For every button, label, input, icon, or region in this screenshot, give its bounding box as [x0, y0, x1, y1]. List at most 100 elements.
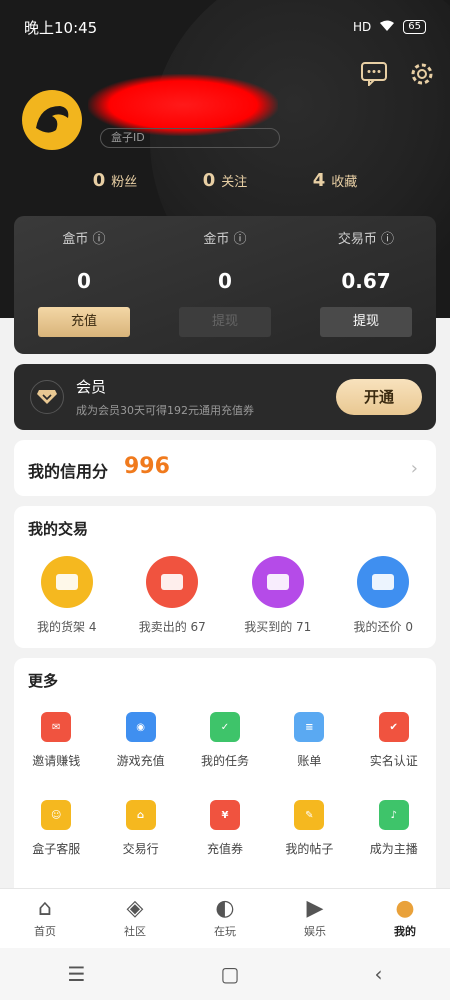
stat-fans[interactable]: 0 粉丝	[93, 170, 138, 191]
bill-icon: ≡	[294, 712, 325, 742]
trade-item[interactable]: 我买到的 71	[225, 556, 331, 635]
section-title: 我的交易	[28, 520, 89, 538]
more-item[interactable]: ✎ 我的帖子	[267, 794, 351, 882]
settings-gear-icon[interactable]	[408, 60, 436, 88]
trade-item-label: 我买到的 71	[244, 620, 312, 634]
trade-item-label: 我的还价 0	[353, 620, 413, 634]
wallet-trade-coins: 交易币 ⓘ 0.67 提现	[296, 216, 436, 354]
more-item-label: 邀请赚钱	[32, 754, 81, 768]
tab-play[interactable]: ◐ 在玩	[180, 889, 270, 948]
stat-value: 0	[202, 170, 216, 191]
more-item[interactable]: ♪ 成为主播	[352, 794, 436, 882]
bottom-tab-bar: ⌂ 首页 ◈ 社区 ◐ 在玩 ▶ 娱乐 ● 我的	[0, 888, 450, 948]
credit-score-row[interactable]: 我的信用分 996 ›	[14, 440, 436, 496]
profile-stats: 0 粉丝 0 关注 4 收藏	[0, 170, 450, 191]
stat-label: 收藏	[331, 175, 358, 190]
vip-subtitle: 成为会员30天可得192元通用充值券	[76, 404, 254, 417]
status-bar: 晚上10:45 HD 65	[24, 14, 426, 40]
my-trade-section: 我的交易 我的货架 4 我卖出的 67 我买到的 71 我的还价 0	[14, 506, 436, 648]
gift-icon: ✉	[41, 712, 72, 742]
more-item[interactable]: ✉ 邀请赚钱	[14, 706, 98, 794]
trade-item-label: 我卖出的 67	[138, 620, 206, 634]
wallet-title[interactable]: 交易币 ⓘ	[296, 228, 436, 247]
trade-item[interactable]: 我卖出的 67	[120, 556, 226, 635]
user-id-pill[interactable]: 盒子ID	[100, 128, 280, 148]
trade-item-label: 我的货架 4	[37, 620, 97, 634]
wallet-title[interactable]: 金币 ⓘ	[155, 228, 295, 247]
home-icon: ⌂	[38, 896, 52, 921]
trade-item[interactable]: 我的还价 0	[331, 556, 437, 635]
avatar[interactable]	[22, 90, 82, 150]
dragon-logo-icon	[36, 106, 69, 133]
wallet-value: 0	[77, 269, 91, 293]
more-item[interactable]: ≡ 账单	[267, 706, 351, 794]
more-item-label: 游戏充值	[116, 754, 165, 768]
wallet-card: 盒币 ⓘ 0 充值 金币 ⓘ 0 提现 交易币 ⓘ 0.67 提现	[14, 216, 436, 354]
calendar-icon: ✓	[209, 712, 240, 742]
headset-icon: ☺	[41, 800, 72, 830]
redacted-username	[88, 74, 278, 136]
post-icon: ✎	[294, 800, 325, 830]
home-button-icon[interactable]: ▢	[221, 962, 240, 986]
more-item[interactable]: ◉ 游戏充值	[98, 706, 182, 794]
recharge-button[interactable]: 充值	[38, 307, 130, 337]
more-item[interactable]: ✔ 实名认证	[352, 706, 436, 794]
stat-following[interactable]: 0 关注	[203, 170, 248, 191]
vip-banner[interactable]: 会员 成为会员30天可得192元通用充值券 开通	[14, 364, 436, 430]
battery-icon: 65	[403, 20, 426, 34]
more-item[interactable]: ⌂ 交易行	[98, 794, 182, 882]
tab-label: 我的	[394, 925, 416, 938]
sell-icon	[146, 556, 199, 608]
stat-label: 粉丝	[111, 175, 138, 190]
stat-favorites[interactable]: 4 收藏	[313, 170, 358, 191]
stat-value: 0	[92, 170, 106, 191]
tab-profile[interactable]: ● 我的	[360, 889, 450, 948]
wallet-value: 0	[218, 269, 232, 293]
chevron-right-icon: ›	[410, 458, 418, 479]
vip-title: 会员	[76, 378, 107, 396]
profile-icon: ●	[395, 896, 415, 921]
tab-home[interactable]: ⌂ 首页	[0, 889, 90, 948]
more-item[interactable]: ¥ 充值券	[183, 794, 267, 882]
more-item-label: 账单	[297, 754, 322, 768]
credit-label: 我的信用分	[28, 462, 109, 481]
back-icon[interactable]: ‹	[374, 962, 382, 986]
vip-open-button[interactable]: 开通	[336, 379, 422, 415]
trade-items: 我的货架 4 我卖出的 67 我买到的 71 我的还价 0	[14, 556, 436, 635]
signal-icon: HD	[353, 20, 372, 34]
stat-label: 关注	[221, 175, 248, 190]
more-item[interactable]: ✓ 我的任务	[183, 706, 267, 794]
shop-icon: ⌂	[125, 800, 156, 830]
trade-item[interactable]: 我的货架 4	[14, 556, 120, 635]
more-item-label: 实名认证	[369, 754, 418, 768]
menu-icon[interactable]: ☰	[68, 962, 86, 986]
tv-icon: ▶	[306, 896, 324, 921]
mic-icon: ♪	[378, 800, 409, 830]
credit-value: 996	[124, 454, 170, 479]
tab-compass[interactable]: ◈ 社区	[90, 889, 180, 948]
more-item-label: 交易行	[122, 842, 159, 856]
more-item-label: 成为主播	[369, 842, 418, 856]
compass-icon: ◈	[126, 896, 144, 921]
more-item[interactable]: ☺ 盒子客服	[14, 794, 98, 882]
status-right: HD 65	[353, 20, 426, 35]
stat-value: 4	[312, 170, 326, 191]
wallet-box-coins: 盒币 ⓘ 0 充值	[14, 216, 154, 354]
diamond-icon	[30, 380, 64, 414]
verify-icon: ✔	[378, 712, 409, 742]
wifi-icon	[379, 20, 395, 35]
coupon-icon: ¥	[209, 800, 240, 830]
tab-tv[interactable]: ▶ 娱乐	[270, 889, 360, 948]
play-icon: ◐	[215, 896, 235, 921]
more-item-label: 我的帖子	[285, 842, 334, 856]
tab-label: 娱乐	[304, 925, 326, 938]
wallet-title[interactable]: 盒币 ⓘ	[14, 228, 154, 247]
section-title: 更多	[28, 672, 59, 690]
tab-label: 社区	[124, 925, 146, 938]
message-icon[interactable]	[360, 60, 388, 88]
withdraw-trade-button[interactable]: 提现	[320, 307, 412, 337]
gamepad-icon: ◉	[125, 712, 156, 742]
more-item-label: 充值券	[206, 842, 243, 856]
status-time: 晚上10:45	[24, 18, 98, 37]
withdraw-gold-button[interactable]: 提现	[179, 307, 271, 337]
